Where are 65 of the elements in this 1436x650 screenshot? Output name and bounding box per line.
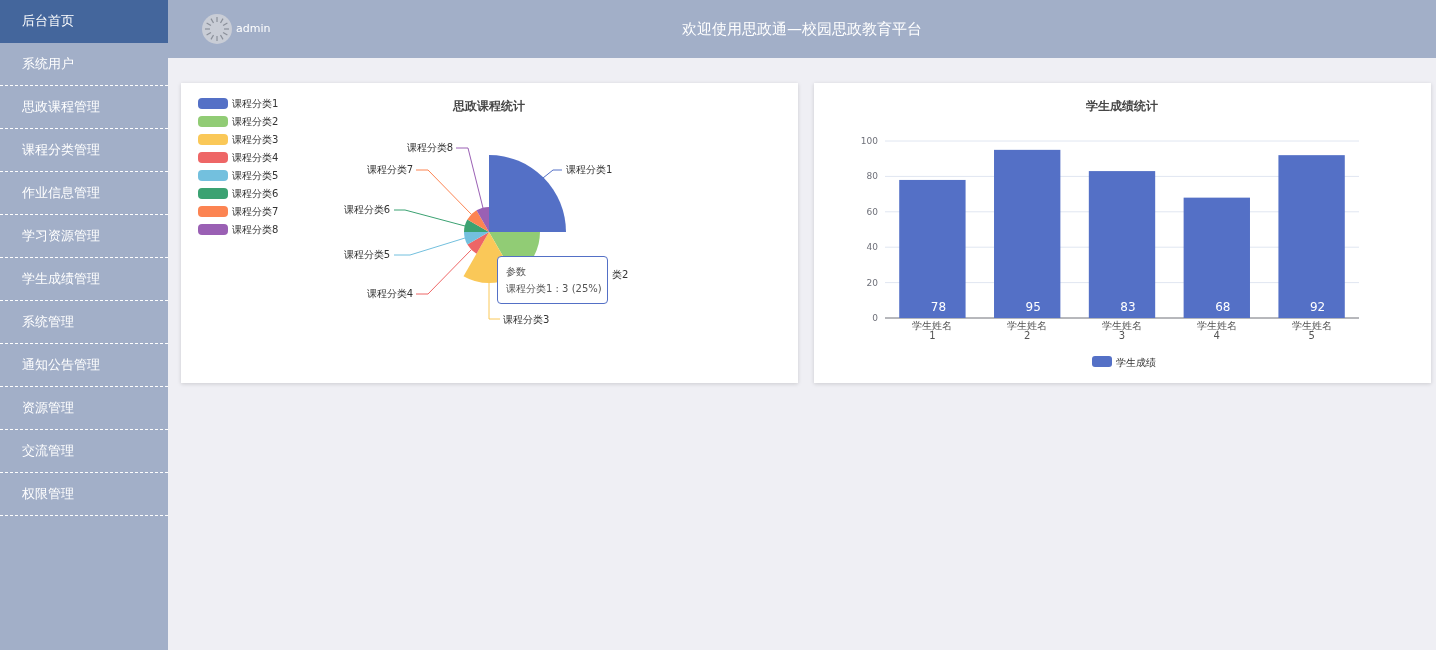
legend-item[interactable]: 课程分类4: [198, 152, 279, 163]
value-label: 83: [1120, 300, 1136, 314]
axis-category-label: 学生姓名 3: [1102, 320, 1142, 341]
leader-line: [542, 169, 563, 179]
legend-label: 学生成绩: [1116, 357, 1156, 368]
value-label: 78: [930, 300, 947, 314]
axis-category-label: 学生姓名 4: [1196, 320, 1237, 341]
legend-item[interactable]: 课程分类6: [198, 188, 279, 199]
legend-item[interactable]: 课程分类1: [198, 98, 279, 109]
username: admin: [236, 20, 271, 37]
chart-title: 学生成绩统计: [1086, 99, 1158, 113]
sidebar-item[interactable]: 通知公告管理: [0, 344, 168, 387]
sidebar-item[interactable]: 学习资源管理: [0, 215, 168, 258]
rose-slice[interactable]: [489, 155, 566, 232]
sidebar-item[interactable]: 思政课程管理: [0, 86, 168, 129]
axis-tick-label: 60: [866, 206, 878, 217]
bar[interactable]: [994, 149, 1061, 318]
axis-tick-label: 0: [872, 313, 878, 323]
tooltip-title: 参数: [506, 265, 527, 279]
legend-item[interactable]: 学生成绩: [1092, 356, 1156, 368]
bar[interactable]: [1183, 197, 1250, 318]
legend-item[interactable]: 课程分类2: [198, 116, 279, 127]
avatar-icon: [202, 14, 232, 44]
rose-slice[interactable]: [467, 210, 489, 232]
sidebar-item[interactable]: 交流管理: [0, 430, 168, 473]
tooltip-text: 课程分类1 : 3 (25%): [506, 282, 599, 296]
chart-title: 思政课程统计: [453, 99, 525, 113]
page-title: 欢迎使用思政通—校园思政教育平台: [682, 18, 922, 40]
slice-label: 课程分类3: [503, 314, 550, 325]
slice-label: 课程分类1: [566, 164, 613, 175]
bar[interactable]: [899, 179, 966, 318]
sidebar-item[interactable]: 资源管理: [0, 387, 168, 430]
sidebar-item[interactable]: 系统管理: [0, 301, 168, 344]
sidebar-item[interactable]: 权限管理: [0, 473, 168, 516]
axis-category-label: 学生姓名 5: [1291, 320, 1332, 341]
axis-category-label: 学生姓名 2: [1007, 320, 1048, 341]
rose-slice[interactable]: [464, 232, 489, 245]
legend-item[interactable]: 课程分类5: [198, 170, 279, 181]
slice-label: 课程分类4: [366, 288, 413, 299]
axis-category-label: 学生姓名 1: [912, 320, 953, 341]
slice-label: 课程分类5: [343, 249, 390, 260]
leader-line: [488, 282, 501, 320]
axis-tick-label: 80: [866, 171, 878, 182]
slice-label: 课程分类7: [366, 164, 413, 175]
sidebar-item[interactable]: 后台首页: [0, 0, 168, 43]
rose-slice[interactable]: [476, 207, 489, 232]
slice-label: 课程分类8: [406, 142, 453, 153]
legend-item[interactable]: 课程分类7: [198, 206, 279, 217]
value-label: 68: [1215, 300, 1231, 314]
rose-slice[interactable]: [467, 232, 489, 254]
axis-tick-label: 20: [866, 277, 878, 288]
sidebar-item[interactable]: 学生成绩管理: [0, 258, 168, 301]
axis-tick-label: 100: [860, 136, 878, 146]
legend-item[interactable]: 课程分类8: [198, 224, 279, 235]
value-label: 95: [1025, 300, 1041, 314]
sidebar-item[interactable]: 作业信息管理: [0, 172, 168, 215]
legend-item[interactable]: 课程分类3: [198, 134, 279, 145]
bar[interactable]: [1088, 171, 1156, 318]
bar[interactable]: [1278, 155, 1345, 318]
slice-label: 类2: [612, 269, 629, 280]
rose-slice[interactable]: [464, 219, 489, 232]
axis-tick-label: 40: [866, 242, 878, 253]
sidebar-item[interactable]: 课程分类管理: [0, 129, 168, 172]
value-label: 92: [1309, 300, 1326, 314]
slice-label: 课程分类6: [343, 204, 390, 215]
